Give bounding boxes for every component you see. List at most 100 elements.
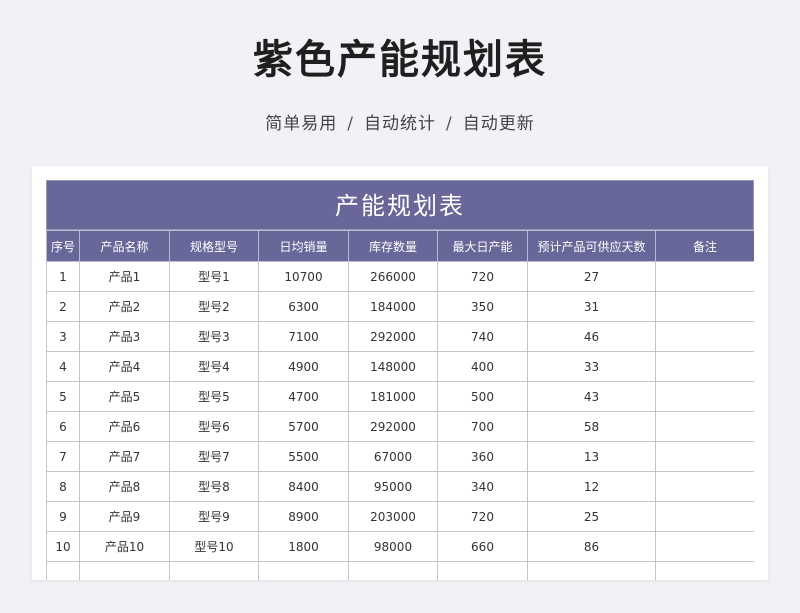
col-supply-days-header: 预计产品可供应天数 <box>527 230 656 262</box>
col-spec-model-header: 规格型号 <box>169 230 259 262</box>
col-stock-qty-cell[interactable]: 292000 <box>348 411 438 442</box>
col-spec-model-cell[interactable]: 型号8 <box>169 471 259 502</box>
col-daily-sales-cell[interactable]: 6300 <box>258 291 349 322</box>
col-index-header: 序号 <box>46 230 80 262</box>
col-stock-qty-cell[interactable] <box>348 561 438 580</box>
col-remarks-cell[interactable] <box>655 561 754 580</box>
col-max-daily-capacity-cell[interactable]: 500 <box>437 381 528 412</box>
col-supply-days-cell[interactable]: 27 <box>527 261 656 292</box>
col-max-daily-capacity-cell[interactable]: 700 <box>437 411 528 442</box>
col-daily-sales-cell[interactable]: 7100 <box>258 321 349 352</box>
col-index-cell[interactable]: 7 <box>46 441 80 472</box>
col-product-name-cell[interactable]: 产品1 <box>79 261 170 292</box>
col-stock-qty-cell[interactable]: 292000 <box>348 321 438 352</box>
col-spec-model-cell[interactable]: 型号2 <box>169 291 259 322</box>
col-remarks-cell[interactable] <box>655 501 754 532</box>
col-remarks-header: 备注 <box>655 230 754 262</box>
col-index-cell[interactable]: 9 <box>46 501 80 532</box>
col-product-name-cell[interactable]: 产品3 <box>79 321 170 352</box>
col-index-cell[interactable]: 4 <box>46 351 80 382</box>
col-daily-sales-cell[interactable]: 5500 <box>258 441 349 472</box>
col-stock-qty-cell[interactable]: 148000 <box>348 351 438 382</box>
col-spec-model-cell[interactable]: 型号7 <box>169 441 259 472</box>
col-product-name-cell[interactable]: 产品9 <box>79 501 170 532</box>
col-index-cell[interactable]: 6 <box>46 411 80 442</box>
col-stock-qty-cell[interactable]: 98000 <box>348 531 438 562</box>
col-supply-days-cell[interactable]: 46 <box>527 321 656 352</box>
col-product-name-cell[interactable]: 产品10 <box>79 531 170 562</box>
capacity-table: 序号 产品名称 规格型号 日均销量 库存数量 最大日产能 预计产品可供应天数 备注 1 产品1 型… <box>46 230 754 580</box>
col-supply-days-cell[interactable]: 25 <box>527 501 656 532</box>
col-stock-qty-cell[interactable]: 95000 <box>348 471 438 502</box>
col-daily-sales-cell[interactable]: 5700 <box>258 411 349 442</box>
col-product-name-cell[interactable] <box>79 561 170 580</box>
col-max-daily-capacity-cell[interactable]: 720 <box>437 261 528 292</box>
col-index-cell[interactable]: 3 <box>46 321 80 352</box>
col-spec-model-cell[interactable]: 型号4 <box>169 351 259 382</box>
col-supply-days-cell[interactable]: 43 <box>527 381 656 412</box>
col-max-daily-capacity-cell[interactable]: 360 <box>437 441 528 472</box>
col-remarks-cell[interactable] <box>655 411 754 442</box>
col-remarks-cell[interactable] <box>655 441 754 472</box>
col-supply-days-cell[interactable]: 33 <box>527 351 656 382</box>
col-stock-qty-cell[interactable]: 67000 <box>348 441 438 472</box>
col-daily-sales-cell[interactable]: 4900 <box>258 351 349 382</box>
col-product-name-cell[interactable]: 产品5 <box>79 381 170 412</box>
col-daily-sales-cell[interactable]: 1800 <box>258 531 349 562</box>
col-max-daily-capacity-cell[interactable]: 340 <box>437 471 528 502</box>
feature-auto-update: 自动更新 <box>462 114 535 134</box>
col-product-name-cell[interactable]: 产品8 <box>79 471 170 502</box>
col-stock-qty-cell[interactable]: 181000 <box>348 381 438 412</box>
col-max-daily-capacity-cell[interactable]: 740 <box>437 321 528 352</box>
col-index-cell[interactable]: 10 <box>46 531 80 562</box>
col-spec-model-cell[interactable]: 型号5 <box>169 381 259 412</box>
col-stock-qty-header: 库存数量 <box>348 230 438 262</box>
col-supply-days-cell[interactable]: 58 <box>527 411 656 442</box>
col-remarks-cell[interactable] <box>655 531 754 562</box>
col-spec-model-cell[interactable]: 型号6 <box>169 411 259 442</box>
col-spec-model-cell[interactable]: 型号9 <box>169 501 259 532</box>
col-spec-model-cell[interactable]: 型号3 <box>169 321 259 352</box>
col-product-name-cell[interactable]: 产品2 <box>79 291 170 322</box>
col-index-cell[interactable] <box>46 561 80 580</box>
col-max-daily-capacity-cell[interactable]: 660 <box>437 531 528 562</box>
table-row: 3 产品3 型号3 7100 292000 740 46 <box>46 321 754 352</box>
col-remarks-cell[interactable] <box>655 351 754 382</box>
col-daily-sales-cell[interactable]: 4700 <box>258 381 349 412</box>
col-daily-sales-cell[interactable] <box>258 561 349 580</box>
col-spec-model-cell[interactable] <box>169 561 259 580</box>
col-max-daily-capacity-cell[interactable] <box>437 561 528 580</box>
col-supply-days-cell[interactable] <box>527 561 656 580</box>
col-spec-model-cell[interactable]: 型号10 <box>169 531 259 562</box>
separator: / <box>347 114 354 134</box>
col-remarks-cell[interactable] <box>655 471 754 502</box>
col-supply-days-cell[interactable]: 31 <box>527 291 656 322</box>
col-daily-sales-cell[interactable]: 8400 <box>258 471 349 502</box>
col-max-daily-capacity-cell[interactable]: 720 <box>437 501 528 532</box>
col-product-name-cell[interactable]: 产品6 <box>79 411 170 442</box>
feature-easy-to-use: 简单易用 <box>265 114 338 134</box>
col-daily-sales-cell[interactable]: 8900 <box>258 501 349 532</box>
table-row: 8 产品8 型号8 8400 95000 340 12 <box>46 471 754 502</box>
col-spec-model-cell[interactable]: 型号1 <box>169 261 259 292</box>
col-index-cell[interactable]: 2 <box>46 291 80 322</box>
col-stock-qty-cell[interactable]: 266000 <box>348 261 438 292</box>
col-index-cell[interactable]: 1 <box>46 261 80 292</box>
col-stock-qty-cell[interactable]: 184000 <box>348 291 438 322</box>
col-product-name-cell[interactable]: 产品4 <box>79 351 170 382</box>
col-daily-sales-cell[interactable]: 10700 <box>258 261 349 292</box>
col-max-daily-capacity-cell[interactable]: 400 <box>437 351 528 382</box>
col-index-cell[interactable]: 8 <box>46 471 80 502</box>
col-product-name-cell[interactable]: 产品7 <box>79 441 170 472</box>
col-remarks-cell[interactable] <box>655 321 754 352</box>
col-supply-days-cell[interactable]: 13 <box>527 441 656 472</box>
col-stock-qty-cell[interactable]: 203000 <box>348 501 438 532</box>
col-max-daily-capacity-cell[interactable]: 350 <box>437 291 528 322</box>
col-supply-days-cell[interactable]: 86 <box>527 531 656 562</box>
page-title: 紫色产能规划表 <box>253 37 547 83</box>
col-index-cell[interactable]: 5 <box>46 381 80 412</box>
col-remarks-cell[interactable] <box>655 381 754 412</box>
col-supply-days-cell[interactable]: 12 <box>527 471 656 502</box>
col-remarks-cell[interactable] <box>655 261 754 292</box>
col-remarks-cell[interactable] <box>655 291 754 322</box>
